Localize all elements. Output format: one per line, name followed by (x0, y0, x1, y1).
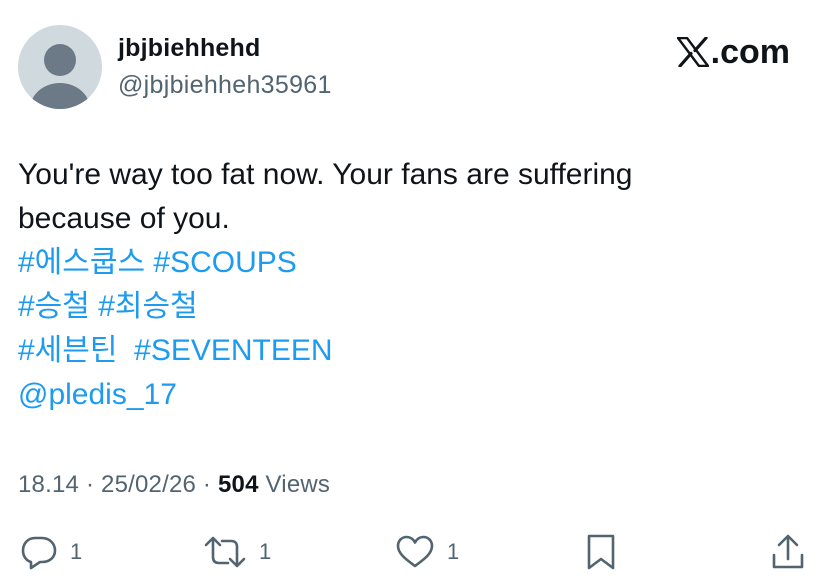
share-button[interactable] (770, 528, 806, 576)
hashtag-line[interactable]: #승철 #최승철 (18, 285, 798, 329)
tweet-meta: 18.14 · 25/02/26 · 504 Views (18, 470, 330, 500)
like-count: 1 (447, 539, 460, 564)
retweet-button[interactable]: 1 (203, 528, 271, 576)
brand-logo: .com (676, 32, 790, 72)
avatar[interactable] (18, 25, 102, 109)
retweet-count: 1 (259, 539, 272, 564)
tweet-text-line: because of you. (18, 202, 230, 235)
hashtag-line[interactable]: #에스쿱스 #SCOUPS (18, 241, 798, 285)
meta-separator: · (85, 471, 95, 498)
tweet-text-line: You're way too fat now. Your fans are su… (18, 158, 633, 191)
retweet-icon (204, 536, 246, 568)
tweet-text: You're way too fat now. Your fans are su… (18, 153, 798, 417)
default-avatar-icon (30, 44, 90, 109)
mention-link[interactable]: @pledis_17 (18, 373, 798, 417)
hashtag-line[interactable]: #세븐틴 #SEVENTEEN (18, 329, 798, 373)
tweet-time[interactable]: 18.14 (18, 471, 79, 498)
heart-icon (396, 535, 434, 568)
brand-text: .com (710, 33, 790, 71)
tweet-date[interactable]: 25/02/26 (101, 471, 196, 498)
views-label: Views (265, 471, 331, 498)
views-count: 504 (218, 471, 259, 498)
bookmark-icon (587, 534, 615, 570)
action-bar: 1 1 1 (0, 528, 828, 576)
bookmark-button[interactable] (584, 528, 618, 576)
share-icon (772, 534, 804, 569)
reply-icon (21, 536, 57, 570)
display-name[interactable]: jbjbiehhehd (118, 33, 260, 63)
reply-count: 1 (70, 539, 83, 564)
user-handle[interactable]: @jbjbiehheh35961 (118, 70, 332, 100)
reply-button[interactable]: 1 (20, 528, 82, 576)
like-button[interactable]: 1 (395, 528, 459, 576)
meta-separator: · (202, 471, 212, 498)
x-logo-icon (676, 37, 709, 67)
